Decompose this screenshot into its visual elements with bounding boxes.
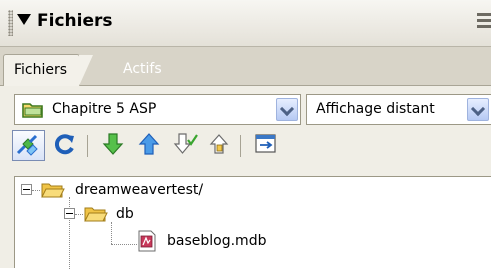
- chevron-down-icon: [470, 101, 486, 117]
- check-out-icon: [173, 133, 198, 154]
- panel-title-bar[interactable]: Fichiers: [0, 0, 491, 47]
- database-file-icon: [138, 230, 156, 252]
- tree-connector: [111, 244, 137, 246]
- toolbar-separator: [87, 135, 88, 157]
- site-select[interactable]: Chapitre 5 ASP: [14, 94, 301, 125]
- folder-open-icon: [41, 183, 65, 198]
- panel-options-icon[interactable]: [477, 13, 491, 33]
- tree-connector: [111, 222, 113, 244]
- site-select-value: Chapitre 5 ASP: [52, 101, 157, 117]
- collapse-triangle-icon[interactable]: [17, 14, 31, 25]
- connect-button[interactable]: [12, 130, 45, 161]
- tree-item-dreamweavertest[interactable]: dreamweavertest/: [75, 182, 203, 198]
- panel-content: Chapitre 5 ASP Affichage distant dreamwe…: [0, 86, 491, 269]
- drag-grip-icon[interactable]: [8, 10, 13, 36]
- collapse-toggle-icon[interactable]: [21, 184, 32, 195]
- files-panel: Fichiers Fichiers Actifs Chapitre 5 ASP …: [0, 0, 491, 269]
- refresh-button[interactable]: [52, 131, 78, 157]
- check-in-icon: [209, 134, 229, 154]
- view-select[interactable]: Affichage distant: [306, 94, 491, 125]
- chevron-down-icon: [279, 101, 295, 117]
- site-dropdown-button[interactable]: [276, 98, 298, 121]
- site-folder-icon: [22, 103, 43, 118]
- file-tree: dreamweavertest/ db baseblog.mdb: [14, 176, 491, 269]
- tab-actifs[interactable]: Actifs: [123, 54, 162, 85]
- collapse-toggle-icon[interactable]: [64, 208, 75, 219]
- view-dropdown-button[interactable]: [467, 98, 489, 121]
- get-files-icon: [102, 133, 124, 155]
- get-files-button[interactable]: [100, 131, 126, 157]
- expand-view-button[interactable]: [253, 131, 279, 157]
- check-out-button[interactable]: [172, 131, 198, 157]
- files-toolbar: [0, 128, 491, 163]
- put-files-button[interactable]: [136, 131, 162, 157]
- connect-icon: [16, 134, 38, 156]
- panel-tab-strip: Fichiers Actifs: [0, 47, 491, 86]
- panel-title: Fichiers: [37, 11, 113, 31]
- tree-connector: [75, 214, 83, 216]
- expand-view-icon: [255, 134, 276, 153]
- refresh-icon: [54, 134, 74, 155]
- tree-item-db[interactable]: db: [116, 206, 134, 222]
- tab-fichiers[interactable]: Fichiers: [3, 54, 94, 86]
- toolbar-separator: [240, 135, 241, 157]
- put-files-icon: [138, 133, 160, 155]
- check-in-button[interactable]: [207, 131, 233, 157]
- tree-item-baseblog[interactable]: baseblog.mdb: [167, 233, 266, 249]
- view-select-value: Affichage distant: [316, 101, 435, 117]
- tree-connector: [32, 190, 40, 192]
- folder-open-icon: [84, 207, 108, 222]
